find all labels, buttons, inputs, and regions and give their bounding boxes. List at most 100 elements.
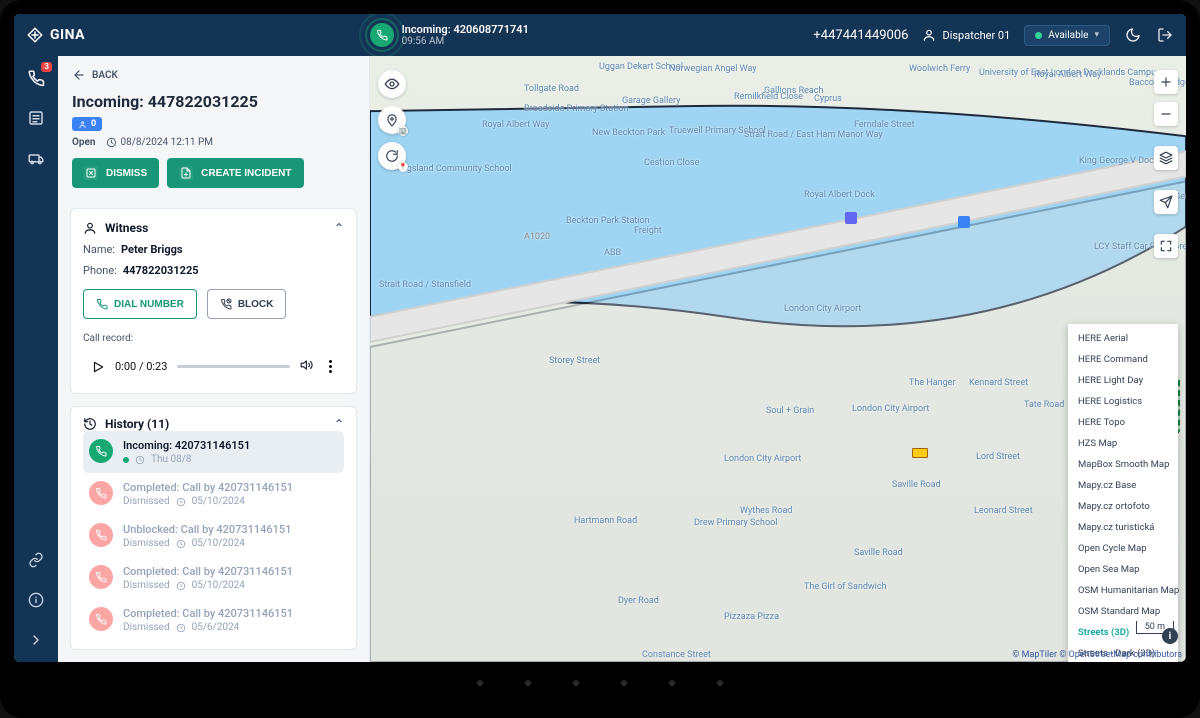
map-label: Ferndale Street <box>854 120 915 130</box>
rail-incidents[interactable] <box>24 106 48 130</box>
collapse-icon[interactable]: ⌃ <box>334 417 344 431</box>
dial-number-button[interactable]: DIAL NUMBER <box>83 289 197 319</box>
volume-icon[interactable] <box>300 358 314 375</box>
layer-option[interactable]: Open Sea Map <box>1068 559 1178 580</box>
people-badge: 0 <box>72 117 102 131</box>
rail-collapse[interactable] <box>24 628 48 652</box>
history-item[interactable]: Completed: Call by 420731146151 Dismisse… <box>83 473 344 515</box>
layer-option[interactable]: HERE Command <box>1068 349 1178 370</box>
map-label: The Hanger <box>909 378 956 388</box>
map-view[interactable]: Uggan Dekart SchoolNorwegian Angel WayWo… <box>370 56 1186 662</box>
camera-icon[interactable] <box>912 448 928 458</box>
map-label: Saville Road <box>892 480 941 490</box>
left-rail: 3 <box>14 56 58 662</box>
player-menu-icon[interactable] <box>324 360 336 373</box>
map-label: Saville Road <box>854 548 903 558</box>
layer-option[interactable]: Mapy.cz Base <box>1068 475 1178 496</box>
logout-button[interactable] <box>1156 26 1174 44</box>
history-item[interactable]: Completed: Call by 420731146151 Dismisse… <box>83 641 344 649</box>
back-label: BACK <box>92 70 118 81</box>
history-item-title: Incoming: 420731146151 <box>123 439 250 452</box>
map-locate-button[interactable] <box>1154 190 1178 214</box>
map-rivers <box>370 56 1186 662</box>
zoom-in-button[interactable] <box>1154 70 1178 94</box>
play-icon[interactable] <box>91 360 105 374</box>
layer-option[interactable]: Open Cycle Map <box>1068 538 1178 559</box>
map-label: Remilkfield Close <box>734 92 803 102</box>
dismiss-button[interactable]: DISMISS <box>72 158 159 188</box>
map-label: London City Airport <box>784 304 861 314</box>
map-label: King George V Dock <box>1079 156 1158 166</box>
map-poi-toggle[interactable]: 🏢 <box>378 106 406 134</box>
map-view-mode[interactable] <box>378 70 406 98</box>
witness-title: Witness <box>105 221 148 235</box>
history-item[interactable]: Completed: Call by 420731146151 Dismisse… <box>83 557 344 599</box>
dispatcher-chip[interactable]: Dispatcher 01 <box>922 28 1010 42</box>
availability-select[interactable]: Available ▾ <box>1024 25 1110 46</box>
station-icon <box>845 212 857 224</box>
layer-option[interactable]: HERE Aerial <box>1068 328 1178 349</box>
phone-icon <box>89 523 113 547</box>
history-item[interactable]: Incoming: 420731146151 Thu 08/8 <box>83 431 344 473</box>
phone-icon <box>89 439 113 463</box>
map-label: Wythes Road <box>740 506 792 516</box>
map-attribution: © MapTiler © OpenStreetMap contributors <box>1012 650 1182 660</box>
top-bar: GINA Incoming: 420608771741 09:56 AM +44… <box>14 14 1186 56</box>
collapse-icon[interactable]: ⌃ <box>334 221 344 235</box>
rail-calls[interactable]: 3 <box>24 66 48 90</box>
history-title: History (11) <box>105 417 169 431</box>
map-fit-button[interactable] <box>1154 234 1178 258</box>
map-attribution-icon[interactable]: i <box>1162 628 1178 644</box>
dismiss-icon <box>84 166 98 180</box>
map-label: Garage Gallery <box>622 96 680 106</box>
map-label: Strait Road / East Ham Manor Way <box>744 130 883 140</box>
dispatcher-name: Dispatcher 01 <box>942 29 1010 42</box>
history-item[interactable]: Unblocked: Call by 420731146151 Dismisse… <box>83 515 344 557</box>
audio-player[interactable]: 0:00 / 0:23 <box>83 352 344 381</box>
map-label: Leonard Street <box>974 506 1033 516</box>
status-label: Open <box>72 137 96 148</box>
layer-option[interactable]: HERE Light Day <box>1068 370 1178 391</box>
layer-option[interactable]: HZS Map <box>1068 433 1178 454</box>
rail-link[interactable] <box>24 548 48 572</box>
status-dot-icon <box>1035 32 1042 39</box>
dark-mode-toggle[interactable] <box>1124 26 1142 44</box>
map-label: A1020 <box>524 232 550 242</box>
layer-option[interactable]: Mapy.cz ortofoto <box>1068 496 1178 517</box>
bus-stop-icon <box>958 216 970 228</box>
history-list[interactable]: Incoming: 420731146151 Thu 08/8 Complete… <box>83 431 344 649</box>
layer-option[interactable]: OSM Humanitarian Map <box>1068 580 1178 601</box>
layer-menu[interactable]: HERE AerialHERE CommandHERE Light DayHER… <box>1068 324 1178 662</box>
history-item[interactable]: Completed: Call by 420731146151 Dismisse… <box>83 599 344 641</box>
layer-option[interactable]: MapBox Smooth Map <box>1068 454 1178 475</box>
layer-option[interactable]: HERE Logistics <box>1068 391 1178 412</box>
topbar-incoming[interactable]: Incoming: 420608771741 09:56 AM <box>370 23 529 47</box>
map-refresh-toggle[interactable]: 📍 <box>378 142 406 170</box>
layer-option[interactable]: HERE Topo <box>1068 412 1178 433</box>
player-track[interactable] <box>177 365 290 368</box>
create-incident-button[interactable]: CREATE INCIDENT <box>167 158 303 188</box>
layer-option[interactable]: OSM Standard Map <box>1068 601 1178 622</box>
map-label: Kingsland Community School <box>394 164 512 174</box>
map-label: Woolwich Ferry <box>909 64 970 74</box>
side-panel: BACK Incoming: 447822031225 0 Open 08/8/… <box>58 56 370 662</box>
map-label: Royal Albert Way <box>1034 70 1101 80</box>
map-label: Drew Primary School <box>694 518 777 528</box>
map-label: Broadside Primary Station <box>524 104 628 114</box>
zoom-out-button[interactable] <box>1154 102 1178 126</box>
map-label: Hartmann Road <box>574 516 637 526</box>
witness-card: Witness ⌃ Name:Peter Briggs Phone:447822… <box>70 208 357 394</box>
back-button[interactable]: BACK <box>72 68 355 82</box>
map-layers-button[interactable] <box>1154 146 1178 170</box>
panel-timestamp: 08/8/2024 12:11 PM <box>121 137 214 148</box>
map-label: Cyprus <box>814 94 842 104</box>
rail-info[interactable] <box>24 588 48 612</box>
block-button[interactable]: BLOCK <box>207 289 287 319</box>
map-label: Tate Road <box>1024 400 1064 410</box>
rail-units[interactable] <box>24 146 48 170</box>
map-label: Lord Street <box>976 452 1020 462</box>
history-item-title: Completed: Call by 420731146151 <box>123 481 293 494</box>
layer-option[interactable]: Mapy.cz turistická <box>1068 517 1178 538</box>
history-item-title: Completed: Call by 420731146151 <box>123 565 293 578</box>
incoming-time: 09:56 AM <box>402 36 529 47</box>
